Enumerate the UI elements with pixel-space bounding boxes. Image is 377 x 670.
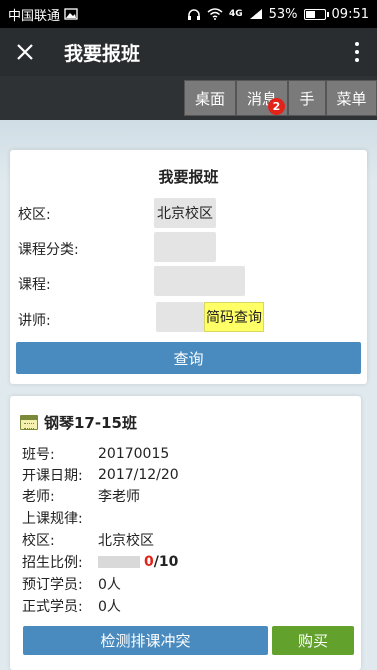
- battery-icon: [303, 8, 329, 20]
- teacher-info-label: 老师:: [22, 489, 55, 505]
- nav-hand-button[interactable]: 手: [288, 80, 326, 116]
- headphones-icon: [187, 8, 200, 20]
- category-select[interactable]: [154, 232, 216, 262]
- info-row-teacher: 老师: 李老师: [22, 486, 140, 506]
- signal-icon: [249, 9, 262, 19]
- ratio-label: 招生比例:: [22, 555, 83, 571]
- category-label: 课程分类:: [18, 242, 79, 258]
- status-right: 4G 53% 09:51: [187, 7, 369, 22]
- formal-value: 0人: [98, 599, 121, 615]
- info-row-class-no: 班号: 20170015: [22, 444, 169, 464]
- campus-select[interactable]: 北京校区: [154, 198, 216, 228]
- formal-label: 正式学员:: [22, 599, 83, 615]
- code-query-button[interactable]: 简码查询: [204, 302, 264, 332]
- ratio-progress-bar: [98, 556, 140, 568]
- start-date-value: 2017/12/20: [98, 467, 179, 483]
- query-button[interactable]: 查询: [16, 342, 361, 374]
- class-no-value: 20170015: [98, 446, 170, 462]
- course-select[interactable]: [154, 266, 245, 296]
- campus-info-label: 校区:: [22, 533, 55, 549]
- buy-button[interactable]: 购买: [272, 626, 354, 655]
- title-bar: 我要报班: [0, 28, 377, 76]
- teacher-info-value: 李老师: [98, 489, 140, 505]
- start-date-label: 开课日期:: [22, 468, 83, 484]
- course-name: 钢琴17-15班: [44, 414, 137, 432]
- calendar-icon: [20, 415, 38, 430]
- campus-label: 校区:: [18, 207, 51, 223]
- reserved-value: 0人: [98, 577, 121, 593]
- image-icon: [64, 8, 78, 20]
- nav-menu-button[interactable]: 菜单: [326, 80, 377, 116]
- teacher-input[interactable]: [156, 302, 204, 332]
- teacher-label: 讲师:: [18, 313, 51, 329]
- page-title: 我要报班: [64, 42, 141, 65]
- enroll-form-card: 我要报班 校区: 北京校区 课程分类: 课程: 讲师: 简码查询 查询: [10, 150, 367, 384]
- carrier-name: 中国联通: [8, 8, 61, 24]
- content-area: 我要报班 校区: 北京校区 课程分类: 课程: 讲师: 简码查询 查询 钢琴17…: [0, 120, 377, 670]
- info-row-reserved: 预订学员: 0人: [22, 574, 121, 594]
- message-count-badge: 2: [268, 98, 285, 115]
- class-no-label: 班号:: [22, 447, 55, 463]
- course-title: 钢琴17-15班: [20, 412, 137, 433]
- status-bar: 中国联通 4G 53% 09:51: [0, 0, 377, 28]
- info-row-formal: 正式学员: 0人: [22, 596, 121, 616]
- campus-info-value: 北京校区: [98, 533, 154, 549]
- info-row-start-date: 开课日期: 2017/12/20: [22, 465, 179, 485]
- check-conflict-button[interactable]: 检测排课冲突: [23, 626, 268, 655]
- wifi-icon: [207, 8, 223, 20]
- close-icon: [17, 44, 33, 60]
- nav-desktop-button[interactable]: 桌面: [184, 80, 236, 116]
- reserved-label: 预订学员:: [22, 577, 83, 593]
- close-button[interactable]: [0, 28, 50, 76]
- ratio-enrolled: 0: [144, 554, 154, 570]
- ratio-total: /10: [153, 554, 179, 570]
- battery-percent: 53%: [268, 6, 298, 22]
- carrier-group: 中国联通: [8, 5, 78, 24]
- info-row-ratio: 招生比例: 0 /10: [22, 552, 178, 572]
- clock: 09:51: [331, 6, 369, 22]
- course-label: 课程:: [18, 277, 51, 293]
- network-type: 4G: [228, 9, 243, 19]
- schedule-label: 上课规律:: [22, 511, 83, 527]
- more-menu-button[interactable]: [337, 28, 377, 76]
- nav-bar: 桌面 消息 2 手 菜单: [0, 76, 377, 120]
- info-row-schedule: 上课规律:: [22, 508, 98, 528]
- info-row-campus: 校区: 北京校区: [22, 530, 154, 550]
- form-title: 我要报班: [158, 168, 219, 186]
